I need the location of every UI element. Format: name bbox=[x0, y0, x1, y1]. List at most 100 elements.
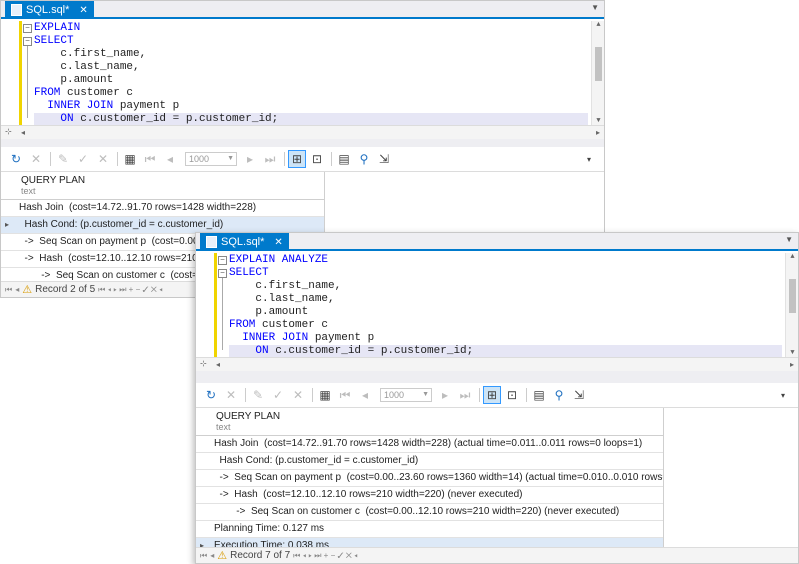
close-icon[interactable]: ✕ bbox=[274, 237, 282, 248]
grid-view-icon[interactable]: ⊞ bbox=[288, 150, 306, 168]
refresh-icon[interactable]: ↻ bbox=[202, 386, 220, 404]
tab-sql-file[interactable]: SQL.sql* ✕ bbox=[200, 233, 289, 251]
code-line[interactable]: p.amount bbox=[34, 74, 588, 87]
splitter[interactable] bbox=[1, 139, 604, 147]
first-record-icon[interactable]: ⏮ bbox=[5, 285, 12, 295]
table-cell[interactable]: Execution Time: 0.038 ms bbox=[214, 540, 329, 547]
horizontal-scrollbar[interactable]: ⊹ ◂ ▸ bbox=[1, 125, 604, 139]
code-line[interactable]: c.first_name, bbox=[34, 48, 588, 61]
scroll-down-icon[interactable]: ▼ bbox=[592, 117, 604, 125]
scroll-up-icon[interactable]: ▲ bbox=[592, 21, 604, 29]
vertical-scrollbar[interactable]: ▲ ▼ bbox=[785, 253, 798, 357]
export-icon[interactable]: ⇲ bbox=[375, 150, 393, 168]
table-row[interactable]: Hash Join (cost=14.72..91.70 rows=1428 w… bbox=[1, 200, 324, 217]
table-cell[interactable]: -> Hash (cost=12.10..12.10 rows=210 widt… bbox=[214, 489, 523, 500]
table-icon[interactable]: ▤ bbox=[530, 386, 548, 404]
record-nav-icons[interactable]: ⏮ ◂ ▸ ⏭ + − ✓ ✕ ◂ bbox=[98, 285, 163, 295]
code-line[interactable]: ON c.customer_id = p.customer_id; bbox=[229, 345, 782, 357]
first-record-icon[interactable]: ⏮ bbox=[200, 551, 207, 561]
close-icon[interactable]: ✕ bbox=[79, 5, 87, 16]
record-nav-icons[interactable]: ⏮ ◂ ▸ ⏭ + − ✓ ✕ ◂ bbox=[293, 551, 358, 561]
grid-settings-icon[interactable]: ▦ bbox=[121, 150, 139, 168]
code-line[interactable]: INNER JOIN payment p bbox=[229, 332, 782, 345]
grid-view-icon[interactable]: ⊞ bbox=[483, 386, 501, 404]
edit-icon: ✎ bbox=[57, 152, 69, 166]
table-row[interactable]: -> Hash (cost=12.10..12.10 rows=210 widt… bbox=[196, 487, 663, 504]
splitter[interactable] bbox=[196, 371, 798, 383]
scroll-left-icon[interactable]: ◂ bbox=[21, 128, 25, 137]
page-size-select[interactable]: 1000 ▼ bbox=[380, 388, 432, 402]
fold-toggle-icon[interactable]: − bbox=[23, 37, 32, 46]
toolbar-separator bbox=[117, 152, 118, 166]
tab-sql-file[interactable]: SQL.sql* ✕ bbox=[5, 1, 94, 19]
scroll-thumb[interactable] bbox=[789, 279, 796, 313]
prev-record-icon[interactable]: ◂ bbox=[15, 285, 19, 294]
table-row[interactable]: ▸ Execution Time: 0.038 ms bbox=[196, 538, 663, 547]
code-line[interactable]: c.last_name, bbox=[34, 61, 588, 74]
export-icon[interactable]: ⇲ bbox=[570, 386, 588, 404]
tab-dropdown-icon[interactable]: ▼ bbox=[785, 235, 793, 244]
sql-text: c.last_name, bbox=[229, 293, 335, 305]
table-row[interactable]: Planning Time: 0.127 ms bbox=[196, 521, 663, 538]
table-row[interactable]: Hash Join (cost=14.72..91.70 rows=1428 w… bbox=[196, 436, 663, 453]
code-lines[interactable]: EXPLAIN ANALYZE SELECT c.first_name, c.la… bbox=[229, 254, 782, 357]
scroll-right-icon[interactable]: ▸ bbox=[790, 360, 794, 369]
table-icon[interactable]: ▤ bbox=[335, 150, 353, 168]
change-marker bbox=[19, 21, 22, 125]
scroll-down-icon[interactable]: ▼ bbox=[786, 349, 798, 357]
code-lines[interactable]: EXPLAIN SELECT c.first_name, c.last_name,… bbox=[34, 22, 588, 125]
last-page-icon: ⏭ bbox=[459, 387, 471, 402]
scroll-left-icon[interactable]: ◂ bbox=[216, 360, 220, 369]
vertical-scrollbar[interactable]: ▲ ▼ bbox=[591, 21, 604, 125]
toolbar-dropdown-icon[interactable]: ▾ bbox=[774, 386, 792, 404]
fold-toggle-icon[interactable]: − bbox=[218, 256, 227, 265]
fold-toggle-icon[interactable]: − bbox=[218, 269, 227, 278]
table-row[interactable]: -> Seq Scan on customer c (cost=0.00..12… bbox=[196, 504, 663, 521]
scroll-right-icon[interactable]: ▸ bbox=[596, 128, 600, 137]
search-icon[interactable]: ⚲ bbox=[550, 386, 568, 404]
table-cell[interactable]: Hash Cond: (p.customer_id = c.customer_i… bbox=[214, 455, 419, 466]
sql-keyword: ON bbox=[60, 113, 74, 125]
code-line[interactable]: c.last_name, bbox=[229, 293, 782, 306]
sql-editor[interactable]: − − EXPLAIN SELECT c.first_name, c.last_n… bbox=[1, 21, 604, 125]
search-icon[interactable]: ⚲ bbox=[355, 150, 373, 168]
split-icon[interactable]: ⊹ bbox=[5, 127, 12, 136]
toolbar-dropdown-icon[interactable]: ▾ bbox=[580, 150, 598, 168]
tab-dropdown-icon[interactable]: ▼ bbox=[591, 3, 599, 12]
table-cell[interactable]: -> Seq Scan on payment p (cost=0.00..23.… bbox=[214, 472, 663, 483]
code-line[interactable]: c.first_name, bbox=[229, 280, 782, 293]
table-cell[interactable]: -> Seq Scan on customer c (cost=0.00..12… bbox=[214, 506, 619, 517]
code-line[interactable]: INNER JOIN payment p bbox=[34, 100, 588, 113]
code-line[interactable]: SELECT bbox=[34, 35, 588, 48]
results-grid[interactable]: QUERY PLAN text Hash Join (cost=14.72..9… bbox=[196, 407, 798, 547]
code-line[interactable]: p.amount bbox=[229, 306, 782, 319]
chevron-down-icon: ▼ bbox=[227, 155, 234, 162]
code-line[interactable]: EXPLAIN ANALYZE bbox=[229, 254, 782, 267]
table-cell[interactable]: Hash Cond: (p.customer_id = c.customer_i… bbox=[19, 219, 224, 230]
table-cell[interactable]: Hash Join (cost=14.72..91.70 rows=1428 w… bbox=[214, 438, 642, 449]
page-size-select[interactable]: 1000 ▼ bbox=[185, 152, 237, 166]
card-view-icon[interactable]: ⊡ bbox=[503, 386, 521, 404]
code-line[interactable]: EXPLAIN bbox=[34, 22, 588, 35]
scroll-up-icon[interactable]: ▲ bbox=[786, 253, 798, 261]
warning-icon: ⚠ bbox=[22, 284, 33, 296]
fold-toggle-icon[interactable]: − bbox=[23, 24, 32, 33]
code-line[interactable]: SELECT bbox=[229, 267, 782, 280]
grid-settings-icon[interactable]: ▦ bbox=[316, 386, 334, 404]
code-line[interactable]: ON c.customer_id = p.customer_id; bbox=[34, 113, 588, 125]
table-cell[interactable]: Planning Time: 0.127 ms bbox=[214, 523, 324, 534]
card-view-icon[interactable]: ⊡ bbox=[308, 150, 326, 168]
column-header[interactable]: QUERY PLAN text bbox=[1, 172, 324, 200]
split-icon[interactable]: ⊹ bbox=[200, 359, 207, 368]
refresh-icon[interactable]: ↻ bbox=[7, 150, 25, 168]
column-header[interactable]: QUERY PLAN text bbox=[196, 408, 663, 436]
table-cell[interactable]: Hash Join (cost=14.72..91.70 rows=1428 w… bbox=[19, 202, 256, 213]
sql-editor[interactable]: − − EXPLAIN ANALYZE SELECT c.first_name, … bbox=[196, 253, 798, 357]
table-row[interactable]: Hash Cond: (p.customer_id = c.customer_i… bbox=[196, 453, 663, 470]
horizontal-scrollbar[interactable]: ⊹ ◂ ▸ bbox=[196, 357, 798, 371]
prev-record-icon[interactable]: ◂ bbox=[210, 551, 214, 560]
scroll-thumb[interactable] bbox=[595, 47, 602, 81]
code-line[interactable]: FROM customer c bbox=[229, 319, 782, 332]
table-row[interactable]: -> Seq Scan on payment p (cost=0.00..23.… bbox=[196, 470, 663, 487]
code-line[interactable]: FROM customer c bbox=[34, 87, 588, 100]
